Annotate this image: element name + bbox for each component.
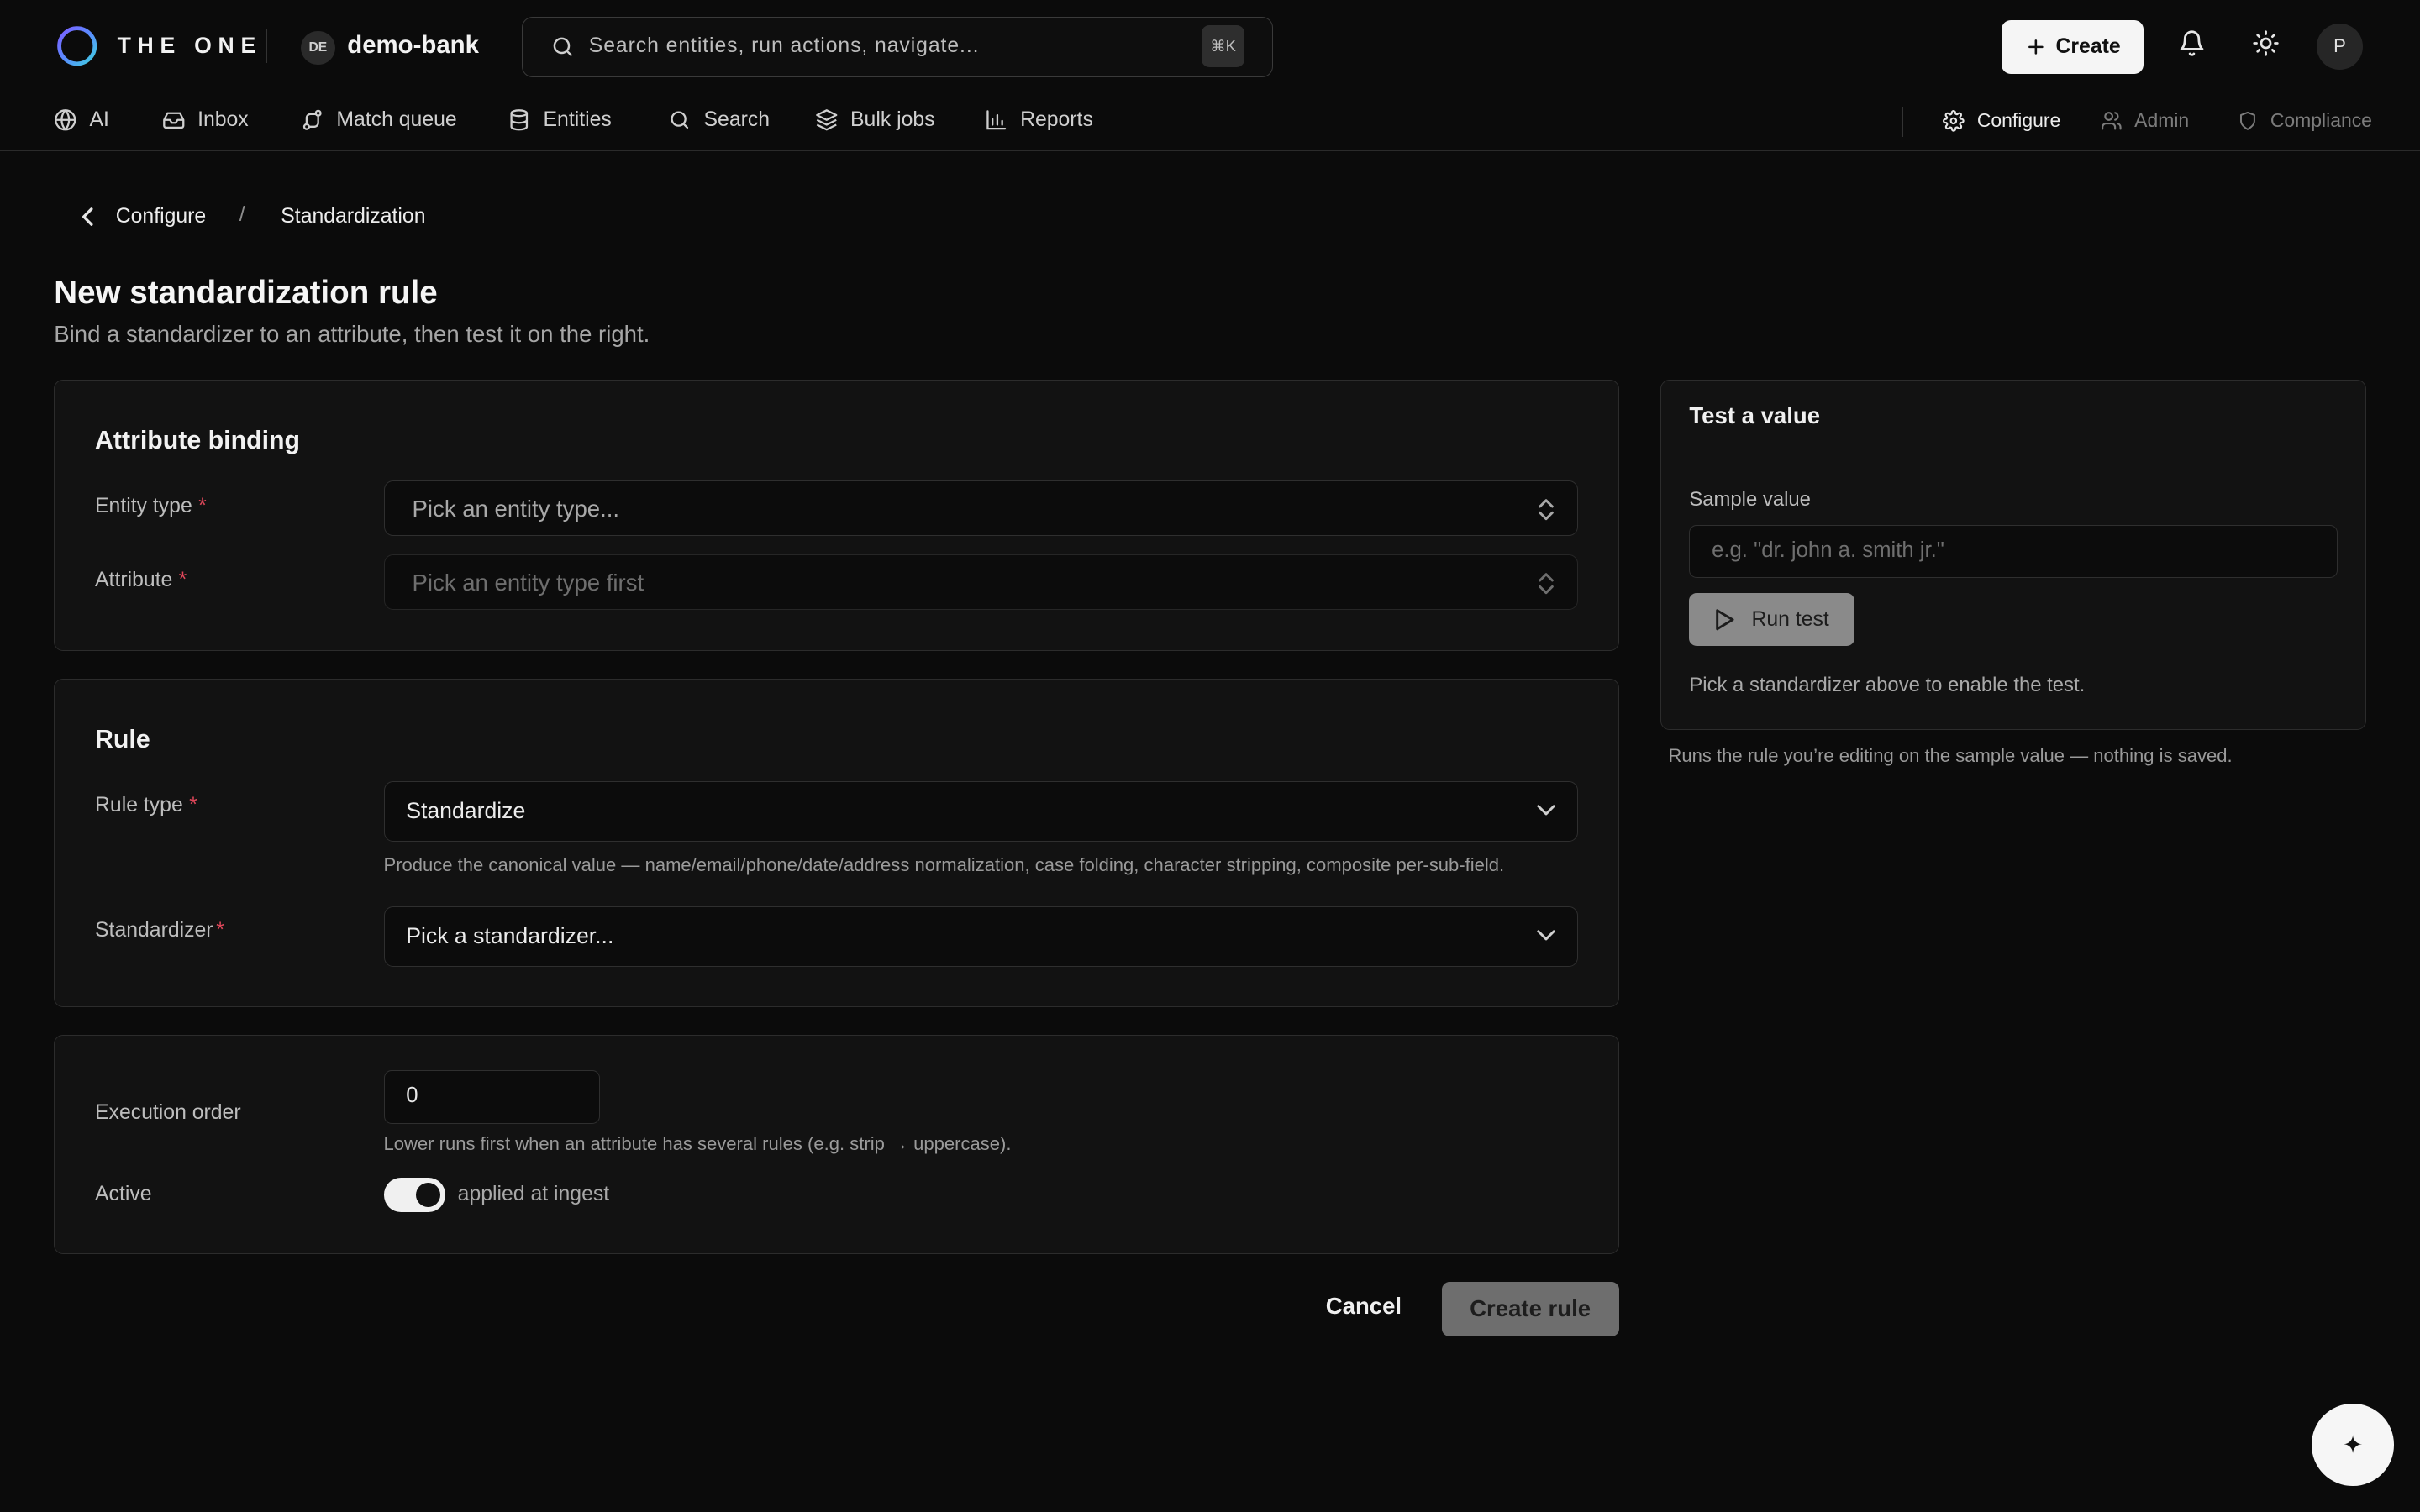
execution-order-label: Execution order	[95, 1100, 241, 1124]
attribute-placeholder: Pick an entity type first	[412, 569, 644, 596]
rule-card: Rule Rule type * Standardize Produce the …	[54, 679, 1619, 1008]
active-label: Active	[95, 1182, 152, 1205]
nav-label: AI	[89, 108, 109, 131]
user-avatar[interactable]: P	[2316, 23, 2364, 70]
rule-type-label: Rule type *	[95, 794, 197, 817]
nav-item-reports[interactable]: Reports	[985, 108, 1093, 132]
top-header: THE ONE DE demo-bank Search entities, ru…	[0, 0, 2420, 92]
chevron-up-down-icon	[1537, 571, 1555, 596]
nav-item-configure[interactable]: Configure	[1943, 109, 2060, 132]
active-hint: applied at ingest	[457, 1182, 610, 1205]
nav-label: Admin	[2134, 109, 2190, 132]
inbox-icon	[162, 108, 186, 132]
chevron-up-down-icon	[1537, 497, 1555, 522]
users-icon	[2101, 110, 2123, 132]
nav-item-inbox[interactable]: Inbox	[162, 108, 249, 132]
rule-type-hint: Produce the canonical value — name/email…	[383, 853, 1505, 875]
workspace-name[interactable]: demo-bank	[347, 31, 479, 60]
execution-order-input[interactable]: 0	[383, 1069, 600, 1125]
globe-icon	[54, 108, 77, 132]
page-title: New standardization rule	[54, 274, 438, 311]
test-panel: Test a value Sample value e.g. "dr. john…	[1660, 379, 2366, 730]
test-panel-note: Pick a standardizer above to enable the …	[1689, 673, 2086, 696]
attribute-binding-card: Attribute binding Entity type * Pick an e…	[54, 379, 1619, 652]
nav-label: Entities	[543, 108, 612, 131]
card-title: Rule	[95, 726, 150, 754]
entity-type-placeholder: Pick an entity type...	[412, 495, 620, 522]
nav-item-match-queue[interactable]: Match queue	[301, 108, 457, 132]
logo-ring-icon[interactable]	[55, 24, 98, 67]
route-icon	[301, 108, 324, 132]
plus-icon	[2025, 36, 2047, 58]
attribute-select[interactable]: Pick an entity type first	[383, 554, 1579, 611]
layers-icon	[815, 108, 839, 132]
shield-icon	[2238, 111, 2258, 131]
main-nav: AI Inbox Match queue Entities Search Bul…	[0, 92, 2420, 151]
search-icon	[550, 34, 575, 59]
run-test-label: Run test	[1751, 607, 1829, 631]
global-search[interactable]: Search entities, run actions, navigate..…	[521, 17, 1274, 77]
nav-item-entities[interactable]: Entities	[508, 108, 612, 132]
nav-item-ai[interactable]: AI	[54, 108, 109, 132]
breadcrumb-back-link[interactable]: Configure	[81, 205, 207, 228]
workspace-badge[interactable]: DE	[301, 30, 335, 66]
attribute-label: Attribute *	[95, 568, 187, 591]
bell-icon[interactable]	[2178, 29, 2206, 57]
breadcrumb-current: Standardization	[281, 205, 426, 228]
chevron-down-icon	[1537, 929, 1556, 942]
breadcrumb-separator: /	[239, 203, 245, 227]
nav-label: Configure	[1976, 109, 2061, 132]
sample-value-placeholder: e.g. "dr. john a. smith jr."	[1712, 538, 1944, 563]
nav-label: Inbox	[197, 108, 249, 131]
create-button-label: Create	[2055, 35, 2121, 59]
nav-label: Match queue	[336, 108, 457, 131]
chevron-down-icon	[1537, 804, 1556, 816]
nav-label: Compliance	[2270, 109, 2372, 132]
nav-item-compliance[interactable]: Compliance	[2238, 109, 2372, 132]
nav-item-search[interactable]: Search	[668, 108, 770, 132]
standardizer-select[interactable]: Pick a standardizer...	[383, 906, 1579, 967]
rule-type-value: Standardize	[406, 797, 526, 823]
nav-item-bulk-jobs[interactable]: Bulk jobs	[815, 108, 935, 132]
bar-chart-icon	[985, 108, 1008, 132]
search-placeholder: Search entities, run actions, navigate..…	[588, 34, 980, 58]
execution-card: Execution order 0 Lower runs first when …	[54, 1035, 1619, 1255]
database-icon	[508, 108, 531, 132]
create-button[interactable]: Create	[2002, 19, 2144, 75]
search-shortcut-badge: ⌘K	[1201, 25, 1245, 67]
page-subtitle: Bind a standardizer to an attribute, the…	[54, 321, 650, 348]
header-divider	[265, 29, 267, 64]
active-toggle[interactable]	[383, 1178, 445, 1212]
test-panel-title: Test a value	[1689, 402, 1821, 428]
sun-icon[interactable]	[2252, 29, 2280, 57]
brand-name[interactable]: THE ONE	[118, 33, 262, 59]
gear-icon	[1943, 110, 1965, 132]
toggle-knob	[416, 1182, 441, 1208]
breadcrumb-parent: Configure	[115, 205, 207, 228]
test-panel-footer: Runs the rule you’re editing on the samp…	[1668, 745, 2233, 767]
nav-label: Bulk jobs	[850, 108, 935, 131]
entity-type-label: Entity type *	[95, 494, 207, 517]
card-title: Attribute binding	[95, 426, 301, 454]
sample-value-input[interactable]: e.g. "dr. john a. smith jr."	[1689, 525, 2338, 578]
rule-type-select[interactable]: Standardize	[383, 781, 1579, 842]
test-panel-header: Test a value	[1661, 381, 2365, 450]
standardizer-placeholder: Pick a standardizer...	[406, 922, 614, 948]
sparkle-icon[interactable]: ✦	[2312, 1404, 2394, 1486]
nav-divider	[1901, 106, 1903, 138]
play-icon	[1714, 608, 1736, 632]
run-test-button[interactable]: Run test	[1689, 593, 1854, 646]
nav-item-admin[interactable]: Admin	[2101, 109, 2189, 132]
create-rule-button[interactable]: Create rule	[1441, 1282, 1619, 1336]
entity-type-select[interactable]: Pick an entity type...	[383, 480, 1579, 537]
nav-label: Reports	[1020, 108, 1093, 131]
cancel-button[interactable]: Cancel	[1326, 1293, 1402, 1320]
chevron-left-icon	[81, 207, 96, 227]
search-icon	[668, 108, 692, 132]
sample-value-label: Sample value	[1689, 488, 1811, 512]
execution-order-hint: Lower runs first when an attribute has s…	[383, 1133, 1012, 1155]
nav-label: Search	[703, 108, 771, 131]
standardizer-label: Standardizer *	[95, 918, 224, 942]
